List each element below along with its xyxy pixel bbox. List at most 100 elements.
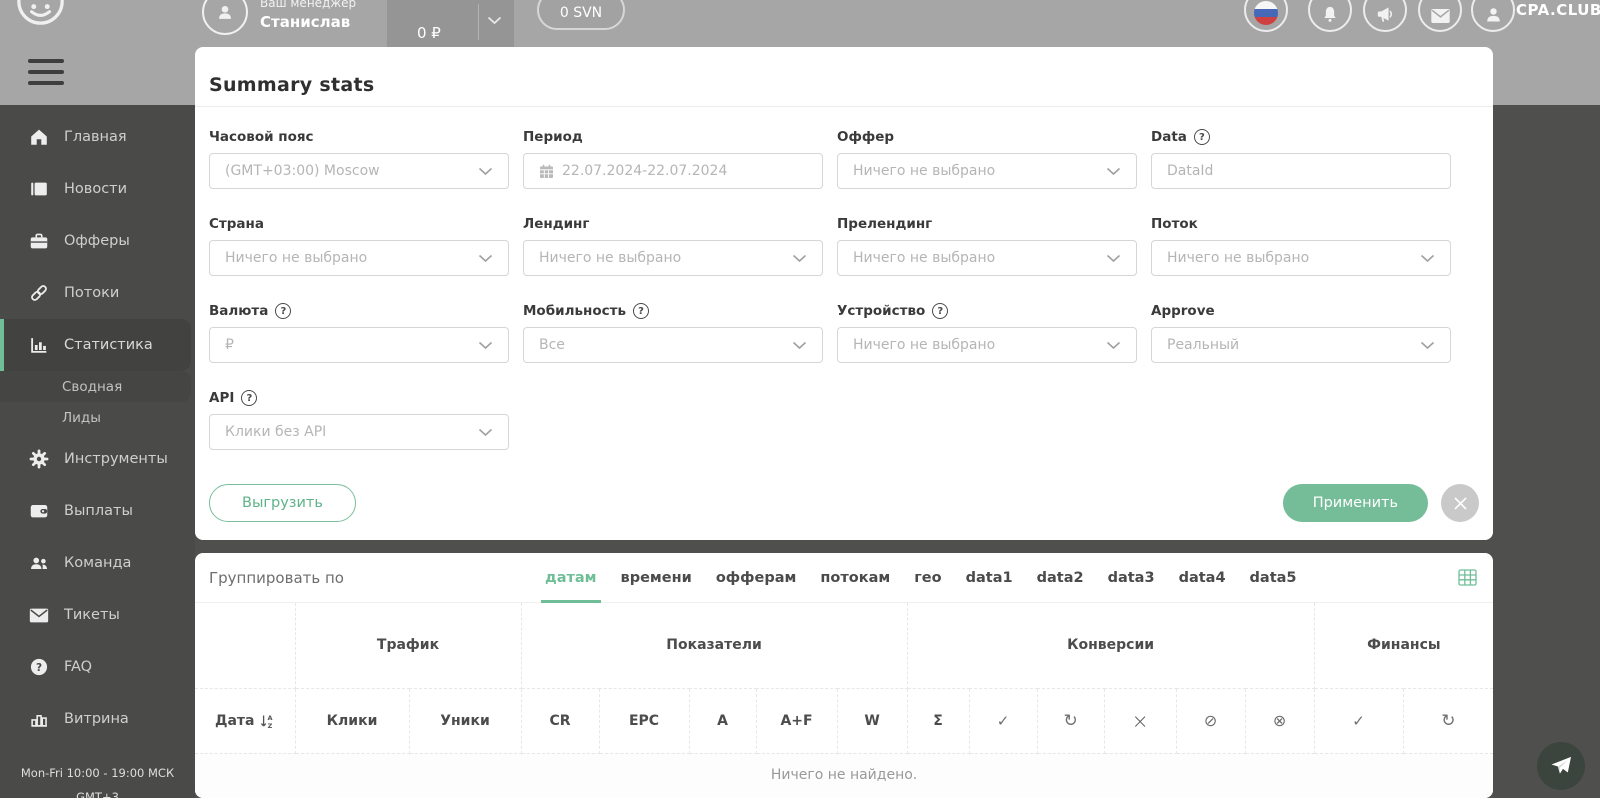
chevron-down-icon	[478, 167, 493, 175]
notifications-button[interactable]	[1308, 0, 1352, 32]
chevron-down-icon	[478, 254, 493, 262]
filter-field-offer: Оффер Ничего не выбрано	[837, 129, 1137, 189]
tab-data4[interactable]: data4	[1179, 553, 1226, 602]
stats-table-panel: Группировать по датам времени офферам по…	[195, 553, 1493, 798]
tab-offeram[interactable]: офферам	[716, 553, 797, 602]
prelanding-select[interactable]: Ничего не выбрано	[837, 240, 1137, 276]
offer-select[interactable]: Ничего не выбрано	[837, 153, 1137, 189]
account-menu[interactable]: CPA.CLUB	[1516, 1, 1600, 19]
briefcase-icon	[27, 229, 51, 253]
sidebar-item-instrumenty[interactable]: Инструменты	[0, 433, 195, 485]
filter-field-mobility: Мобильность ? Все	[523, 303, 823, 363]
sidebar-item-glavnaya[interactable]: Главная	[0, 111, 195, 163]
sort-alphabetical-icon: AZ	[261, 714, 273, 729]
language-flag-button[interactable]	[1244, 0, 1288, 32]
column-header-w: W	[837, 688, 908, 754]
tab-vremeni[interactable]: времени	[621, 553, 692, 602]
menu-toggle-button[interactable]	[28, 59, 64, 85]
filter-field-period: Период 22.07.2024-22.07.2024	[523, 129, 823, 189]
filter-field-prelanding: Прелендинг Ничего не выбрано	[837, 216, 1137, 276]
brand-logo-icon[interactable]	[16, 0, 65, 26]
news-icon	[27, 177, 51, 201]
field-label: Часовой пояс	[209, 129, 314, 145]
sidebar-item-tikety[interactable]: Тикеты	[0, 589, 195, 641]
tab-data3[interactable]: data3	[1108, 553, 1155, 602]
field-label: Прелендинг	[837, 216, 933, 232]
field-label: Approve	[1151, 303, 1215, 319]
api-select[interactable]: Клики без API	[209, 414, 509, 450]
country-select[interactable]: Ничего не выбрано	[209, 240, 509, 276]
filter-field-currency: Валюта ? ₽	[209, 303, 509, 363]
column-header-trash: ⊘	[1176, 688, 1246, 754]
group-by-bar: Группировать по датам времени офферам по…	[195, 553, 1493, 603]
russia-flag-icon	[1254, 1, 1278, 25]
chevron-down-icon	[1106, 341, 1121, 349]
messages-button[interactable]	[1418, 0, 1462, 32]
user-icon	[219, 5, 231, 19]
column-header-cr: CR	[521, 688, 600, 754]
help-icon[interactable]: ?	[932, 303, 949, 319]
balance-amount: 0 ₽	[417, 24, 441, 42]
close-icon	[1453, 496, 1467, 510]
column-headers-row: Дата AZ Клики Уники CR EPC A A+F W Σ ✓ ↻…	[195, 688, 1493, 754]
timezone-select[interactable]: (GMT+03:00) Moscow	[209, 153, 509, 189]
filter-actions: Выгрузить Применить	[195, 450, 1493, 522]
chevron-down-icon	[1420, 341, 1435, 349]
announcements-button[interactable]	[1363, 0, 1407, 32]
sidebar-item-komanda[interactable]: Команда	[0, 537, 195, 589]
sidebar-item-novosti[interactable]: Новости	[0, 163, 195, 215]
page-title: Summary stats	[209, 74, 375, 96]
sidebar-item-vyplaty[interactable]: Выплаты	[0, 485, 195, 537]
sidebar-item-statistika[interactable]: Статистика	[0, 319, 191, 371]
sidebar-item-potoki[interactable]: Потоки	[0, 267, 195, 319]
column-header-date[interactable]: Дата AZ	[195, 688, 296, 754]
tab-potokam[interactable]: потокам	[820, 553, 890, 602]
brand-name: CPA.CLUB	[1516, 1, 1600, 19]
svg-text:?: ?	[36, 662, 42, 674]
filter-field-stream: Поток Ничего не выбрано	[1151, 216, 1451, 276]
tab-data2[interactable]: data2	[1037, 553, 1084, 602]
mobility-select[interactable]: Все	[523, 327, 823, 363]
approve-select[interactable]: Реальный	[1151, 327, 1451, 363]
period-daterange-input[interactable]: 22.07.2024-22.07.2024	[523, 153, 823, 189]
telegram-chat-button[interactable]	[1537, 742, 1585, 790]
column-header-a: A	[689, 688, 757, 754]
question-circle-icon: ?	[27, 655, 51, 679]
group-finances: Финансы	[1314, 603, 1493, 689]
support-hours-weekdays: Mon-Fri 10:00 - 19:00 МСК GMT+3	[20, 766, 175, 798]
profile-button[interactable]	[1471, 0, 1515, 32]
svg-text:A: A	[268, 714, 273, 722]
tab-data5[interactable]: data5	[1250, 553, 1297, 602]
sidebar-item-vitrina[interactable]: Витрина	[0, 693, 195, 745]
help-icon[interactable]: ?	[632, 303, 649, 319]
field-label: Поток	[1151, 216, 1198, 232]
column-header-rejected: ×	[1104, 688, 1177, 754]
sidebar-item-offery[interactable]: Офферы	[0, 215, 195, 267]
apply-button[interactable]: Применить	[1282, 484, 1428, 522]
tab-geo[interactable]: гео	[914, 553, 941, 602]
columns-settings-icon[interactable]	[1458, 569, 1477, 586]
sidebar-subitem-svodnaya[interactable]: Сводная	[0, 371, 191, 402]
landing-select[interactable]: Ничего не выбрано	[523, 240, 823, 276]
export-button[interactable]: Выгрузить	[209, 484, 356, 522]
column-header-pending: ↻	[1037, 688, 1105, 754]
telegram-icon	[1551, 756, 1571, 774]
bar-chart-icon	[27, 333, 51, 357]
tab-data1[interactable]: data1	[966, 553, 1013, 602]
stream-select[interactable]: Ничего не выбрано	[1151, 240, 1451, 276]
chevron-down-icon	[792, 254, 807, 262]
megaphone-icon	[1377, 7, 1392, 22]
help-icon[interactable]: ?	[275, 303, 292, 319]
field-label: Лендинг	[523, 216, 590, 232]
sidebar-subitem-lidy[interactable]: Лиды	[0, 402, 191, 433]
close-filters-button[interactable]	[1441, 484, 1479, 522]
help-icon[interactable]: ?	[1193, 129, 1210, 145]
help-icon[interactable]: ?	[241, 390, 258, 406]
dataid-input[interactable]	[1167, 163, 1435, 179]
sidebar-item-faq[interactable]: ? FAQ	[0, 641, 195, 693]
device-select[interactable]: Ничего не выбрано	[837, 327, 1137, 363]
stats-table: Трафик Показатели Конверсии Финансы Дата…	[195, 603, 1493, 798]
currency-select[interactable]: ₽	[209, 327, 509, 363]
tab-datam[interactable]: датам	[541, 553, 601, 603]
column-header-clicks: Клики	[295, 688, 410, 754]
